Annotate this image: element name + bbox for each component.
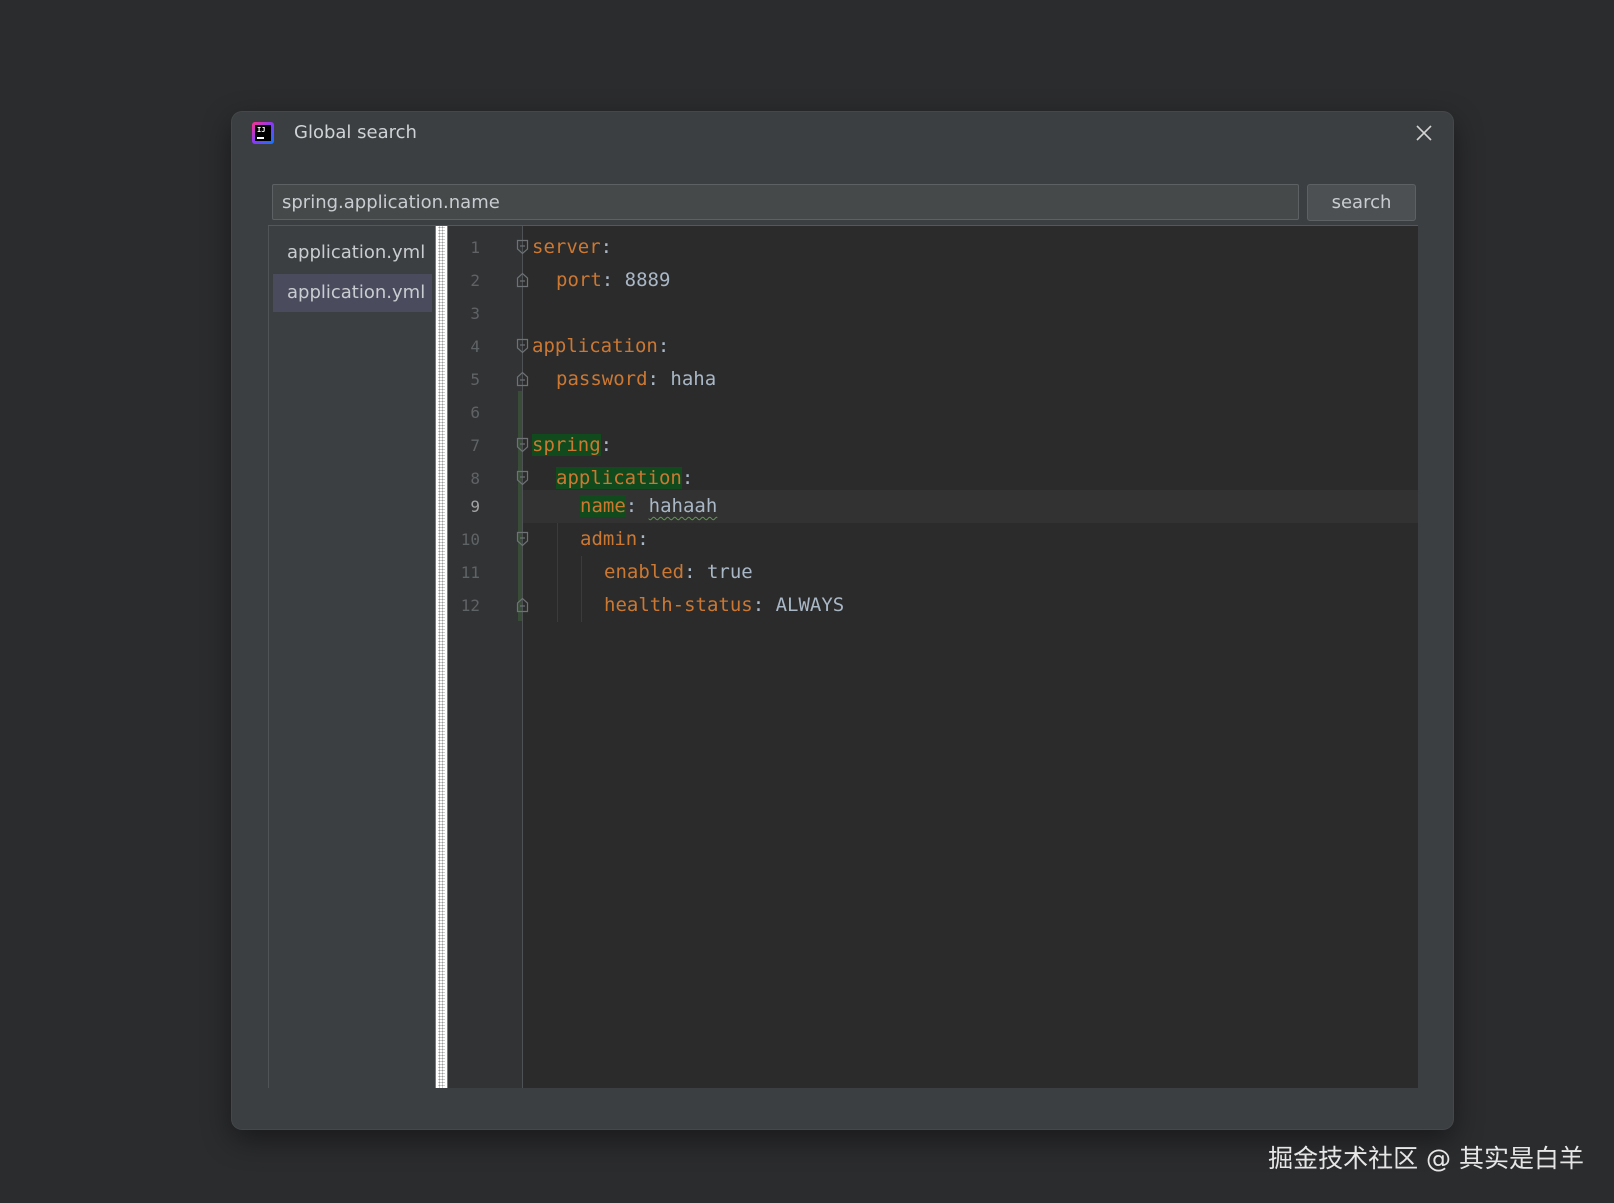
line-number: 2 [470, 271, 480, 290]
code-line: port: 8889 [556, 264, 670, 297]
yaml-value: haha [670, 368, 717, 390]
indent-guide [557, 523, 558, 622]
fold-close-icon[interactable] [516, 272, 529, 288]
line-number: 4 [470, 337, 480, 356]
indent-guide [581, 556, 582, 622]
line-number: 7 [470, 436, 480, 455]
code-line: application: [532, 330, 669, 363]
yaml-separator: : [681, 467, 694, 489]
yaml-separator: : [600, 236, 613, 258]
yaml-key-match: spring [532, 434, 601, 456]
fold-close-icon[interactable] [516, 371, 529, 387]
change-marker [518, 391, 522, 621]
line-number: 11 [460, 563, 480, 582]
code-editor[interactable]: 1 2 3 4 5 6 7 8 9 10 11 12 server: port:… [448, 226, 1418, 1088]
close-icon [1416, 125, 1432, 141]
code-line: enabled: true [604, 556, 753, 589]
yaml-separator: : [625, 495, 649, 517]
window-title: Global search [294, 122, 417, 143]
code-line: admin: [580, 523, 649, 556]
file-list[interactable]: application.yml application.yml [268, 226, 435, 1088]
splitter-handle[interactable] [435, 226, 448, 1088]
yaml-key: health-status [604, 594, 753, 616]
yaml-key: port [556, 269, 602, 291]
intellij-idea-icon: IJ [252, 122, 274, 144]
line-number: 6 [470, 403, 480, 422]
yaml-key: admin [580, 528, 638, 550]
yaml-value: hahaah [648, 495, 718, 517]
code-line: spring: [532, 429, 612, 462]
yaml-key-match: name [580, 495, 626, 517]
fold-open-icon[interactable] [516, 470, 529, 486]
line-number: 3 [470, 304, 480, 323]
code-line: password: haha [556, 363, 716, 396]
yaml-separator: : [752, 594, 776, 616]
yaml-key: server [532, 236, 601, 258]
yaml-separator: : [647, 368, 671, 390]
yaml-key: password [556, 368, 648, 390]
yaml-value: true [706, 561, 753, 583]
yaml-separator: : [600, 434, 613, 456]
code-line-current: name: hahaah [580, 490, 717, 523]
search-input[interactable] [272, 184, 1299, 220]
fold-open-icon[interactable] [516, 239, 529, 255]
yaml-value: 8889 [624, 269, 671, 291]
app-icon-text: IJ [257, 126, 266, 134]
search-button[interactable]: search [1307, 184, 1416, 221]
results-panel: application.yml application.yml 1 2 3 4 … [268, 225, 1418, 1088]
file-list-item-selected[interactable]: application.yml [273, 274, 432, 312]
yaml-value: ALWAYS [775, 594, 845, 616]
file-list-item[interactable]: application.yml [273, 234, 432, 272]
fold-open-icon[interactable] [516, 338, 529, 354]
code-line: server: [532, 231, 612, 264]
yaml-separator: : [637, 528, 649, 550]
line-number: 10 [460, 530, 480, 549]
yaml-key: enabled [604, 561, 685, 583]
yaml-separator: : [601, 269, 625, 291]
yaml-separator: : [684, 561, 707, 583]
line-number: 1 [470, 238, 480, 257]
line-number-current: 9 [470, 497, 480, 516]
watermark: 掘金技术社区 @ 其实是白羊 [1268, 1144, 1584, 1173]
close-button[interactable] [1409, 118, 1439, 148]
line-number: 12 [460, 596, 480, 615]
fold-open-icon[interactable] [516, 437, 529, 453]
yaml-separator: : [657, 335, 670, 357]
yaml-key: application [532, 335, 658, 357]
yaml-key-match: application [556, 467, 682, 489]
title-bar: IJ Global search [232, 112, 1453, 156]
code-line: health-status: ALWAYS [604, 589, 844, 622]
global-search-dialog: IJ Global search search application.yml … [232, 112, 1453, 1129]
line-number: 5 [470, 370, 480, 389]
fold-close-icon[interactable] [516, 597, 529, 613]
fold-open-icon[interactable] [516, 531, 529, 547]
